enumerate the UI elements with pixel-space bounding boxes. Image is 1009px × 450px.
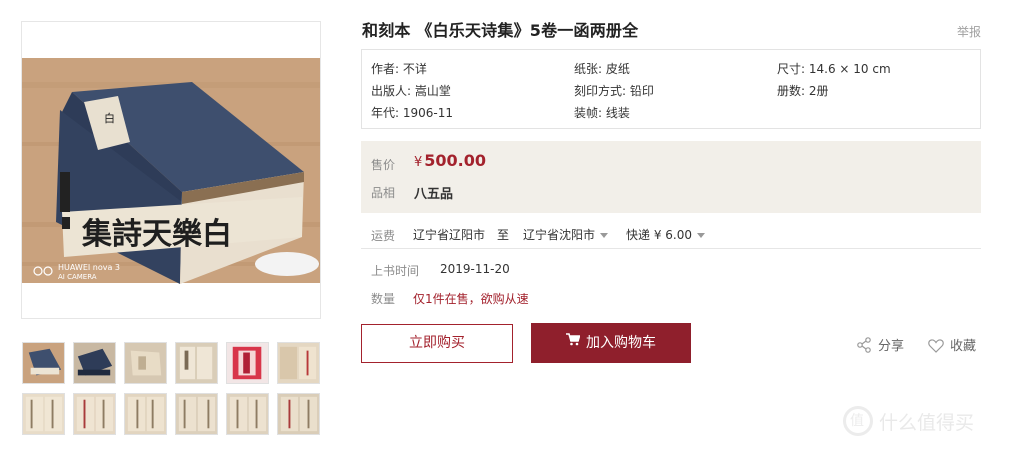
price-amount: 500.00 xyxy=(424,151,487,170)
info-paper: 纸张: 皮纸 xyxy=(574,62,630,76)
thumbnail-6[interactable] xyxy=(277,342,320,384)
quantity-label: 数量 xyxy=(371,292,396,306)
info-print-method: 刻印方式: 铅印 xyxy=(574,84,654,98)
share-button[interactable]: 分享 xyxy=(856,335,904,354)
thumbnail-2[interactable] xyxy=(73,342,116,384)
shipping-destination: 辽宁省沈阳市 xyxy=(523,228,596,242)
info-volumes: 册数: 2册 xyxy=(777,84,829,98)
camera-watermark-line1: HUAWEI nova 3 xyxy=(58,263,120,272)
shipping-label: 运费 xyxy=(371,229,396,243)
share-label: 分享 xyxy=(878,339,905,354)
shipping-from: 辽宁省辽阳市 xyxy=(413,228,486,242)
svg-text:白: 白 xyxy=(104,111,115,125)
book-spine-title: 集詩天樂白 xyxy=(81,217,232,252)
report-link[interactable]: 举报 xyxy=(957,23,981,40)
info-publisher: 出版人: 嵩山堂 xyxy=(371,84,451,98)
watermark-logo-icon xyxy=(843,406,873,436)
info-author: 作者: 不详 xyxy=(371,62,427,76)
thumbnail-5[interactable] xyxy=(226,342,269,384)
buy-now-button[interactable]: 立即购买 xyxy=(361,324,513,363)
add-to-cart-button[interactable]: 加入购物车 xyxy=(531,323,691,363)
currency-symbol: ¥ xyxy=(414,155,423,170)
book-photo: 白 集詩天樂白 HUAWEI nova 3 AI CAMERA xyxy=(22,22,320,318)
thumbnail-7[interactable] xyxy=(22,393,65,435)
thumbnail-11[interactable] xyxy=(226,393,269,435)
grade-label: 品相 xyxy=(371,186,396,200)
listed-label: 上书时间 xyxy=(371,264,420,278)
shipping-method-select[interactable]: 快递 ¥ 6.00 xyxy=(626,226,705,243)
grade-value: 八五品 xyxy=(414,187,454,202)
chevron-down-icon xyxy=(696,233,705,238)
shipping-row: 运费 辽宁省辽阳市 至 辽宁省沈阳市 快递 ¥ 6.00 xyxy=(361,222,981,249)
add-to-cart-label: 加入购物车 xyxy=(586,335,656,351)
thumbnail-9[interactable] xyxy=(124,393,167,435)
price-label: 售价 xyxy=(371,158,396,172)
thumbnail-1[interactable] xyxy=(22,342,65,384)
main-product-image[interactable]: 白 集詩天樂白 HUAWEI nova 3 AI CAMERA xyxy=(21,21,321,319)
thumbnail-10[interactable] xyxy=(175,393,218,435)
chevron-down-icon xyxy=(600,233,609,238)
product-title: 和刻本 《白乐天诗集》5卷一函两册全 xyxy=(362,21,639,40)
shipping-to-word: 至 xyxy=(497,228,510,242)
watermark-text: 什么值得买 xyxy=(879,411,975,434)
thumbnail-3[interactable] xyxy=(124,342,167,384)
cart-icon xyxy=(566,322,581,362)
heart-icon xyxy=(928,338,944,353)
quantity-text: 仅1件在售，欲购从速 xyxy=(413,292,529,306)
thumbnail-8[interactable] xyxy=(73,393,116,435)
thumbnail-12[interactable] xyxy=(277,393,320,435)
site-watermark: 什么值得买 xyxy=(843,406,974,436)
shipping-destination-select[interactable]: 辽宁省沈阳市 xyxy=(523,226,609,243)
info-size: 尺寸: 14.6 × 10 cm xyxy=(777,62,891,76)
price-value: ¥500.00 xyxy=(414,151,486,170)
shipping-method: 快递 ¥ 6.00 xyxy=(626,228,692,242)
favorite-label: 收藏 xyxy=(950,339,977,354)
share-icon xyxy=(857,337,871,353)
favorite-button[interactable]: 收藏 xyxy=(928,335,976,354)
info-binding: 装帧: 线装 xyxy=(574,106,630,120)
listed-date: 2019-11-20 xyxy=(440,262,510,276)
camera-watermark-line2: AI CAMERA xyxy=(58,273,97,281)
product-info-box: 作者: 不详 纸张: 皮纸 尺寸: 14.6 × 10 cm 出版人: 嵩山堂 … xyxy=(361,49,981,129)
info-year: 年代: 1906-11 xyxy=(371,106,453,120)
price-box: 售价 ¥500.00 品相 八五品 xyxy=(361,141,981,213)
thumbnail-4[interactable] xyxy=(175,342,218,384)
